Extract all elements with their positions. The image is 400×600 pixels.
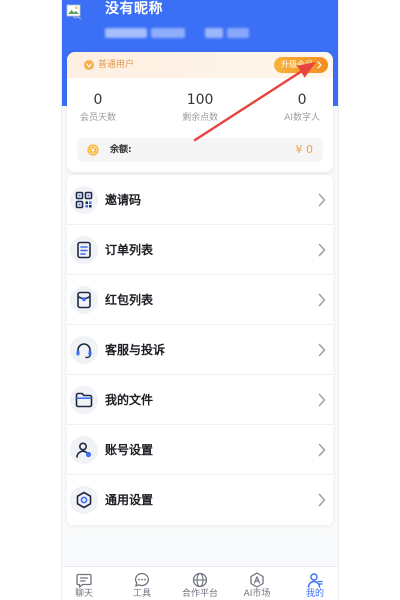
menu-item-label: 红包列表 xyxy=(105,293,154,307)
menu-item-label: 我的文件 xyxy=(105,393,154,407)
tab-ai-market[interactable]: AI市场 xyxy=(235,567,279,600)
balance-row[interactable]: 余额: ¥ 0 xyxy=(77,138,323,162)
tab-label: 聊天 xyxy=(74,589,93,599)
menu-icon-badge xyxy=(70,236,98,264)
member-level-bar: 普通用户 升级会员 xyxy=(67,52,333,78)
stat-member-days[interactable]: 0 会员天数 xyxy=(80,91,116,124)
menu-item-label: 订单列表 xyxy=(105,243,154,257)
chevron-right-icon xyxy=(318,243,326,257)
ai-hexagon-icon xyxy=(250,572,264,588)
menu-icon-badge xyxy=(70,386,98,414)
nickname: 没有昵称 xyxy=(105,1,163,17)
stat-remaining-points[interactable]: 100 剩余点数 xyxy=(182,91,218,124)
menu-item-my-files[interactable]: 我的文件 xyxy=(67,375,333,425)
chat-icon xyxy=(76,573,92,588)
folder-icon xyxy=(75,392,93,408)
tab-chat[interactable]: 聊天 xyxy=(62,567,106,600)
chevron-right-icon xyxy=(318,193,326,207)
menu-icon-badge xyxy=(70,486,98,514)
tab-partner-platform[interactable]: 合作平台 xyxy=(178,567,222,600)
member-card: 普通用户 升级会员 0 会员天数 100 剩余点数 0 AI数字人 余额: ¥ … xyxy=(67,52,333,172)
menu-item-order-list[interactable]: 订单列表 xyxy=(67,225,333,275)
member-level-label: 普通用户 xyxy=(98,60,135,70)
tab-mine[interactable]: 我的 xyxy=(293,567,337,600)
blurred-user-info xyxy=(105,28,255,38)
gear-icon xyxy=(76,491,92,509)
tab-label: 合作平台 xyxy=(181,589,218,599)
user-icon xyxy=(307,573,323,588)
menu-icon-badge xyxy=(70,286,98,314)
member-badge-icon xyxy=(84,60,94,70)
stat-value: 0 xyxy=(297,92,307,108)
red-envelope-icon xyxy=(77,291,91,309)
tab-label: AI市场 xyxy=(243,589,271,599)
headset-icon xyxy=(76,343,92,359)
document-icon xyxy=(77,241,91,259)
planet-icon xyxy=(192,572,208,588)
chevron-right-icon xyxy=(318,393,326,407)
settings-menu: 邀请码 订单列表 红包列表 客服与投诉 我的文件 账号设置 通用设置 xyxy=(67,175,333,525)
stat-value: 100 xyxy=(186,92,214,108)
qr-code-icon xyxy=(75,191,93,209)
stat-ai-avatars[interactable]: 0 AI数字人 xyxy=(284,91,320,124)
chevron-right-icon xyxy=(318,443,326,457)
tab-tools[interactable]: 工具 xyxy=(120,567,164,600)
chevron-right-icon xyxy=(318,293,326,307)
menu-item-red-envelope-list[interactable]: 红包列表 xyxy=(67,275,333,325)
menu-item-general-settings[interactable]: 通用设置 xyxy=(67,475,333,525)
member-stats: 0 会员天数 100 剩余点数 0 AI数字人 xyxy=(67,91,333,124)
broken-image-icon xyxy=(66,4,82,20)
tab-label: 工具 xyxy=(132,589,151,599)
menu-item-label: 账号设置 xyxy=(105,443,154,457)
coin-icon xyxy=(87,144,99,156)
tab-label: 我的 xyxy=(305,589,324,599)
menu-item-label: 通用设置 xyxy=(105,493,154,507)
menu-item-invite-code[interactable]: 邀请码 xyxy=(67,175,333,225)
menu-item-label: 客服与投诉 xyxy=(105,343,166,357)
balance-value: ¥ 0 xyxy=(295,143,314,156)
balance-label: 余额: xyxy=(110,145,132,155)
menu-item-account-settings[interactable]: 账号设置 xyxy=(67,425,333,475)
upgrade-member-label: 升级会员 xyxy=(281,60,313,69)
app-screen: 没有昵称 普通用户 升级会员 0 会员天数 100 剩余点数 0 AI数字人 余… xyxy=(62,0,338,600)
speech-bubble-icon xyxy=(134,572,149,587)
stat-label: 会员天数 xyxy=(80,113,117,123)
chevron-right-icon xyxy=(318,343,326,357)
menu-item-label: 邀请码 xyxy=(105,193,142,207)
stat-label: 剩余点数 xyxy=(182,113,219,123)
upgrade-member-button[interactable]: 升级会员 xyxy=(274,57,328,73)
chevron-right-icon xyxy=(318,493,326,507)
menu-icon-badge xyxy=(70,436,98,464)
stat-label: AI数字人 xyxy=(284,113,320,123)
menu-item-customer-service[interactable]: 客服与投诉 xyxy=(67,325,333,375)
menu-icon-badge xyxy=(70,186,98,214)
stat-value: 0 xyxy=(93,92,103,108)
user-settings-icon xyxy=(76,442,92,458)
avatar[interactable] xyxy=(66,4,82,20)
chevron-right-icon xyxy=(317,61,322,69)
bottom-tab-bar: 聊天 工具 合作平台 AI市场 我的 xyxy=(62,566,338,600)
menu-icon-badge xyxy=(70,336,98,364)
